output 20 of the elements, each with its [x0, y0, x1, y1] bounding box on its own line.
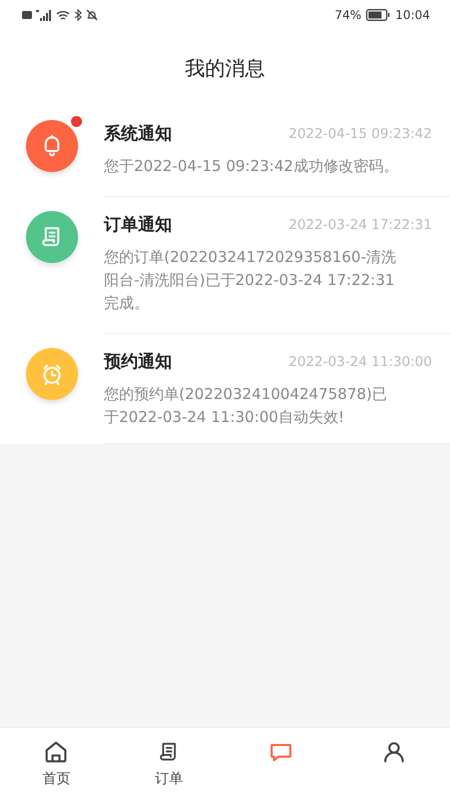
hd-icon	[22, 11, 32, 19]
message-time: 2022-03-24 17:22:31	[288, 216, 432, 232]
message-title: 系统通知	[104, 123, 172, 145]
page-title: 我的消息	[185, 54, 265, 82]
message-body: 您的订单(20220324172029358160-清洗阳台-清洗阳台)已于2022-03-24 17:22:31完成。	[104, 247, 398, 314]
muted-bell-icon	[86, 9, 98, 21]
message-title: 订单通知	[104, 214, 172, 236]
message-title: 预约通知	[104, 351, 172, 373]
bluetooth-icon	[74, 9, 82, 21]
message-time: 2022-03-24 11:30:00	[288, 354, 432, 370]
tab[interactable]: 首页	[0, 728, 112, 800]
message-body: 您于2022-04-15 09:23:42成功修改密码。	[104, 156, 400, 177]
battery-percent: 74%	[334, 8, 362, 22]
tab[interactable]: 订单	[112, 728, 225, 800]
clock-time: 10:04	[395, 8, 430, 22]
signal-icon	[36, 10, 52, 20]
message-time: 2022-04-15 09:23:42	[288, 126, 432, 142]
battery-icon	[366, 9, 390, 21]
wifi-icon	[56, 10, 70, 20]
message-body: 您的预约单(2022032410042475878)已于2022-03-24 11:30:00自动失效!	[104, 384, 388, 428]
